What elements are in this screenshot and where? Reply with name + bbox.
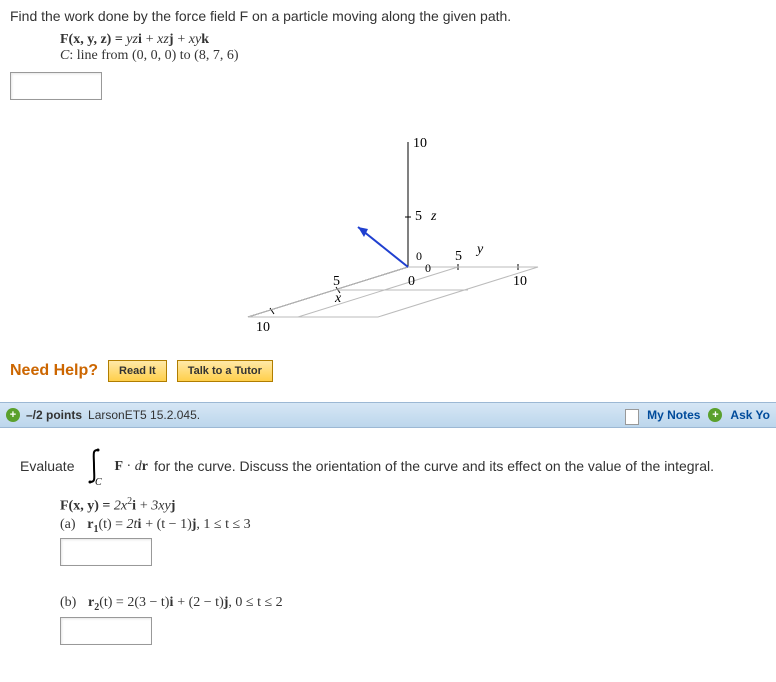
question-1: Find the work done by the force field F … [0, 0, 776, 402]
q2-i: i [132, 499, 136, 514]
q1-force-lhs: F(x, y, z) = [60, 32, 126, 47]
q1-answer-input[interactable] [10, 72, 102, 100]
header-left: + –/2 points LarsonET5 15.2.045. [6, 408, 200, 422]
notes-icon [625, 409, 639, 425]
ref-label: LarsonET5 15.2.045. [88, 408, 200, 422]
r1-i: i [137, 517, 141, 532]
q1-stem-text: Find the work done by the force field F … [10, 8, 511, 24]
graph-3d: 10 5 z 0 0 0 5 y 10 5 x 10 [10, 127, 766, 340]
integrand: F · dr [114, 457, 147, 475]
q1-path: C: line from (0, 0, 0) to (8, 7, 6) [10, 48, 766, 64]
integral-icon: C [80, 446, 108, 486]
read-it-button[interactable]: Read It [108, 360, 167, 382]
expand-icon[interactable]: + [6, 408, 20, 422]
y-label: y [475, 242, 484, 257]
q2-part-b: (b) r2(t) = 2(3 − t)i + (2 − t)j, 0 ≤ t … [10, 593, 766, 613]
question-header-bar: + –/2 points LarsonET5 15.2.045. My Note… [0, 402, 776, 428]
talk-to-tutor-button[interactable]: Talk to a Tutor [177, 360, 273, 382]
q2-flhs: F(x, y) = [60, 499, 114, 514]
b-label: (b) [60, 595, 76, 610]
q1-force: F(x, y, z) = yzi + xzj + xyk [10, 30, 766, 48]
q2-dr: r [142, 459, 148, 474]
x-label: x [334, 291, 342, 306]
z-top: 10 [413, 136, 427, 151]
plus-icon-2[interactable]: + [708, 408, 722, 422]
r1-plus: + [145, 517, 156, 532]
q2-part-a: (a) r1(t) = 2ti + (t − 1)j, 1 ≤ t ≤ 3 [10, 515, 766, 535]
q1-i: i [138, 32, 142, 47]
b-answer-wrap [10, 613, 766, 662]
int-sub: C [95, 477, 102, 486]
q2-force: F(x, y) = 2x2i + 3xyj [10, 496, 766, 515]
y-mid: 5 [455, 249, 462, 264]
z-mid: 5 [415, 209, 422, 224]
r2-y: (2 − t) [189, 595, 224, 610]
q1-plus1: + [146, 32, 157, 47]
q2a-answer-input[interactable] [60, 538, 152, 566]
a-answer-wrap [10, 534, 766, 583]
need-help-row: Need Help? Read It Talk to a Tutor [10, 360, 766, 382]
ask-teacher-link[interactable]: Ask Yo [730, 408, 770, 422]
q2-j: j [171, 499, 176, 514]
q2-rest: for the curve. Discuss the orientation o… [154, 458, 714, 474]
q1-xy: xy [189, 32, 201, 47]
g-o1: 0 [416, 249, 422, 263]
r2-plus: + [177, 595, 188, 610]
q1-yz: yz [126, 32, 138, 47]
q1-plus2: + [177, 32, 188, 47]
r1-x: 2t [127, 517, 138, 532]
b-bounds: 0 ≤ t ≤ 2 [235, 595, 282, 610]
q2b-answer-input[interactable] [60, 617, 152, 645]
r2-x: 2(3 − t) [127, 595, 169, 610]
q2-fy: 3xy [151, 499, 170, 514]
q1-j: j [169, 32, 174, 47]
q1-answer-wrap [10, 64, 766, 117]
r1-y: (t − 1) [157, 517, 192, 532]
r1-paren: (t) = [98, 517, 126, 532]
q2-plus: + [140, 499, 151, 514]
question-2: Evaluate C F · dr for the curve. Discuss… [0, 428, 776, 682]
r2-i: i [169, 595, 173, 610]
z-label: z [430, 209, 437, 224]
r2-paren: (t) = [99, 595, 127, 610]
x-far: 10 [256, 320, 270, 335]
q1-xz: xz [157, 32, 169, 47]
need-help-label: Need Help? [10, 362, 98, 380]
q2-fx: 2x [114, 499, 127, 514]
g-o3: 0 [408, 274, 415, 289]
points-label: –/2 points [26, 408, 82, 422]
my-notes-link[interactable]: My Notes [647, 408, 700, 422]
q1-k: k [201, 32, 209, 47]
q2-dot: · [123, 459, 135, 474]
x-mid: 5 [333, 274, 340, 289]
q1-stem: Find the work done by the force field F … [10, 8, 766, 24]
y-far: 10 [513, 274, 527, 289]
eval-word: Evaluate [20, 458, 74, 474]
q2-evaluate-row: Evaluate C F · dr for the curve. Discuss… [20, 446, 766, 486]
g-o2: 0 [425, 261, 431, 275]
a-label: (a) [60, 517, 76, 532]
header-right: My Notes + Ask Yo [625, 407, 770, 423]
a-bounds: 1 ≤ t ≤ 3 [203, 517, 250, 532]
graph-svg: 10 5 z 0 0 0 5 y 10 5 x 10 [178, 127, 598, 337]
q2-F: F [114, 459, 123, 474]
